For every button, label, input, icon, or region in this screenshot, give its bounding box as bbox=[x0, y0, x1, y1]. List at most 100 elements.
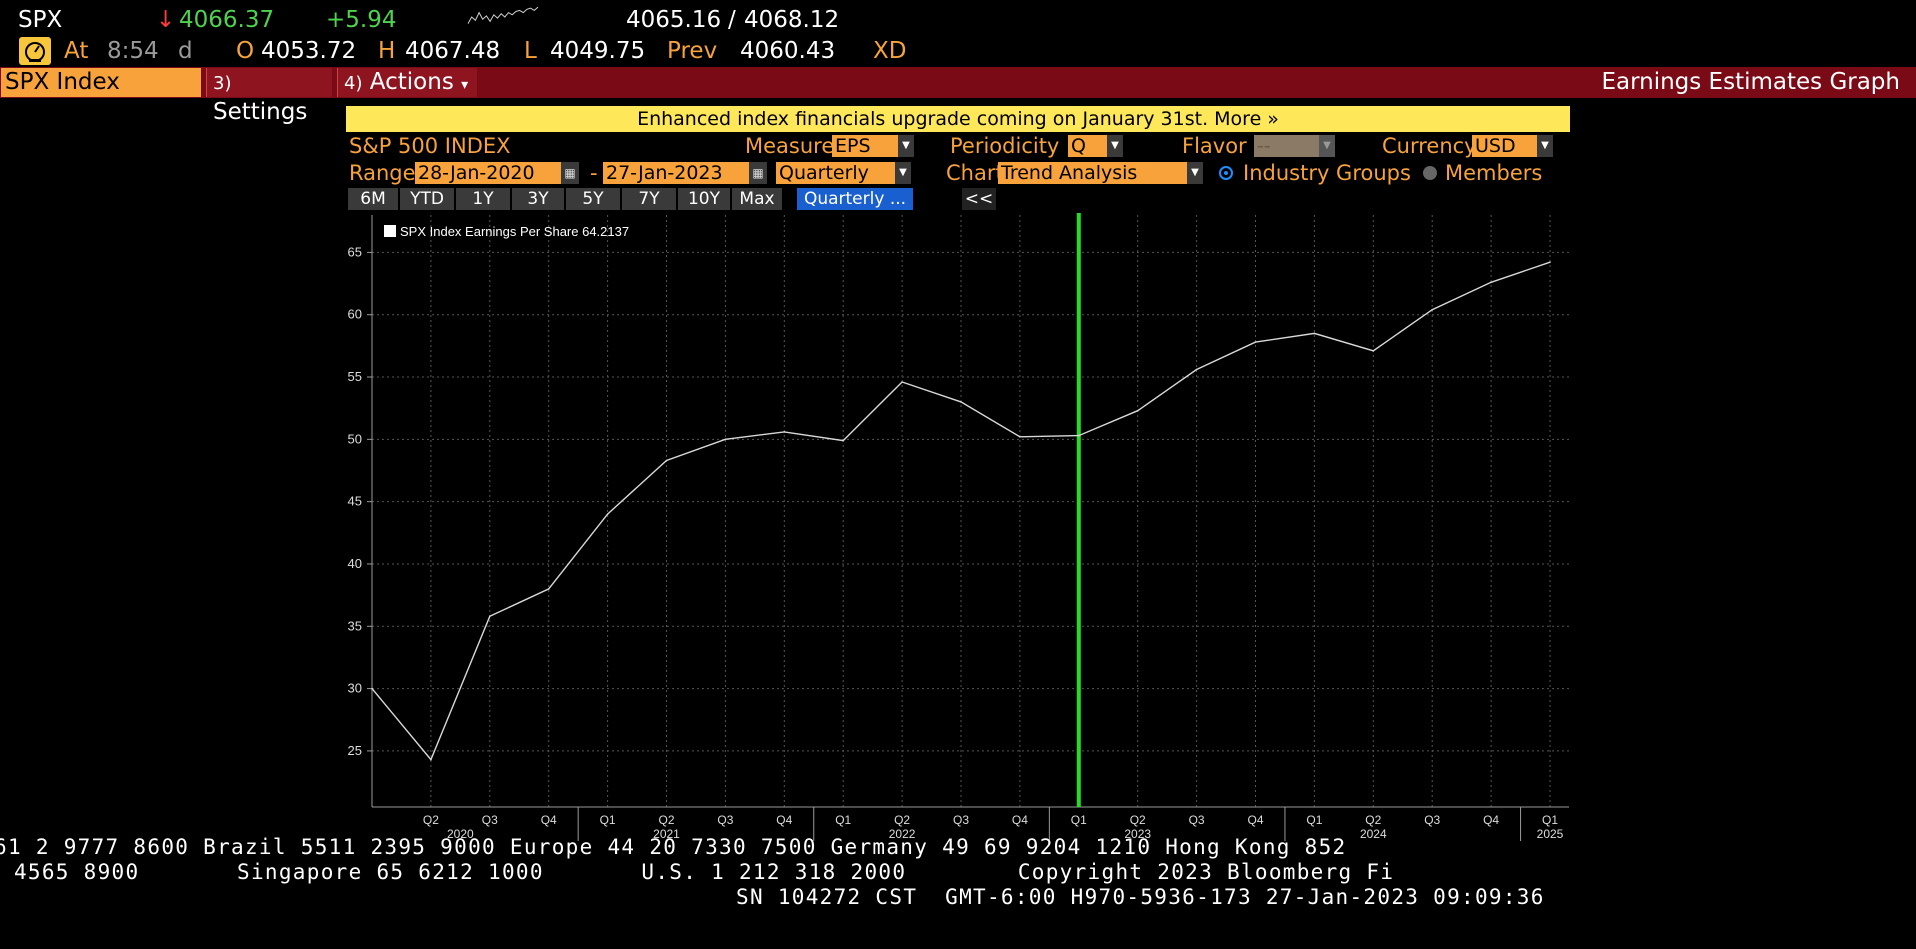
chevron-down-icon[interactable]: ▼ bbox=[1537, 135, 1553, 157]
x-tick-label: Q2 bbox=[1365, 813, 1381, 827]
x-tick-label: Q1 bbox=[600, 813, 616, 827]
realtime-gauge-icon[interactable] bbox=[19, 37, 51, 65]
settings-button[interactable]: 3) Settings bbox=[206, 68, 332, 125]
members-radio[interactable] bbox=[1423, 166, 1437, 180]
session-status-line: SN 104272 CST GMT-6:00 H970-5936-173 27-… bbox=[736, 885, 1545, 909]
chevron-down-icon: ▾ bbox=[461, 77, 469, 93]
y-tick-label: 65 bbox=[348, 244, 362, 259]
announcement-banner[interactable]: Enhanced index financials upgrade coming… bbox=[346, 106, 1570, 132]
x-tick-label: Q4 bbox=[1483, 813, 1499, 827]
range-button-1y[interactable]: 1Y bbox=[456, 188, 510, 210]
x-tick-label: Q4 bbox=[1247, 813, 1263, 827]
range-button-max[interactable]: Max bbox=[732, 188, 782, 210]
eps-data-point bbox=[371, 687, 373, 690]
settings-hotkey: 3) bbox=[213, 73, 232, 94]
chevron-down-icon[interactable]: ▼ bbox=[1187, 162, 1203, 184]
x-tick-label: Q1 bbox=[1306, 813, 1322, 827]
measure-label: Measure bbox=[745, 134, 835, 158]
prev-value: 4060.43 bbox=[740, 38, 836, 64]
eps-data-point bbox=[724, 438, 727, 441]
eps-data-point bbox=[1254, 341, 1257, 343]
x-tick-label: Q4 bbox=[541, 813, 557, 827]
measure-select[interactable]: EPS bbox=[832, 135, 900, 157]
chart-legend: SPX Index Earnings Per Share 64.2137 bbox=[384, 224, 629, 239]
eps-data-point bbox=[1313, 332, 1316, 335]
actions-label: Actions bbox=[369, 69, 454, 95]
y-tick-label: 60 bbox=[348, 307, 362, 322]
security-ticker-field[interactable]: SPX Index bbox=[1, 68, 201, 97]
chevron-down-icon[interactable]: ▼ bbox=[1107, 135, 1123, 157]
y-tick-label: 25 bbox=[348, 743, 362, 758]
range-separator: - bbox=[590, 161, 598, 185]
industry-groups-radio[interactable] bbox=[1219, 166, 1233, 180]
chart-label: Chart bbox=[946, 161, 1004, 185]
last-price: 4066.37 bbox=[179, 7, 275, 33]
intraday-sparkline bbox=[467, 6, 539, 24]
eps-data-point bbox=[1549, 261, 1551, 263]
chevron-down-icon[interactable]: ▼ bbox=[895, 162, 911, 184]
range-button-10y[interactable]: 10Y bbox=[678, 188, 730, 210]
eps-data-point bbox=[960, 401, 962, 403]
range-end-field[interactable]: 27-Jan-2023 bbox=[603, 162, 749, 184]
x-tick-label: Q2 bbox=[1130, 813, 1146, 827]
ask-price: 4068.12 bbox=[744, 7, 840, 33]
x-year-label: 2024 bbox=[1360, 827, 1387, 841]
open-label: O bbox=[236, 38, 255, 64]
contact-ticker-line-1: 61 2 9777 8600 Brazil 5511 2395 9000 Eur… bbox=[0, 835, 1347, 859]
low-value: 4049.75 bbox=[550, 38, 646, 64]
eps-data-point bbox=[665, 459, 668, 462]
eps-data-point bbox=[430, 758, 432, 761]
industry-groups-label[interactable]: Industry Groups bbox=[1243, 161, 1411, 185]
calendar-icon[interactable]: ▦ bbox=[561, 162, 579, 184]
chart-type-select[interactable]: Trend Analysis bbox=[998, 162, 1188, 184]
range-period-select[interactable]: Quarterly bbox=[776, 162, 896, 184]
currency-label: Currency bbox=[1382, 134, 1477, 158]
x-tick-label: Q3 bbox=[1189, 813, 1205, 827]
prev-label: Prev bbox=[667, 38, 718, 64]
actions-hotkey: 4) bbox=[344, 73, 363, 94]
chevron-down-icon[interactable]: ▼ bbox=[898, 135, 914, 157]
y-tick-label: 30 bbox=[348, 681, 362, 696]
bid-price: 4065.16 bbox=[626, 7, 722, 33]
collapse-panel-button[interactable]: << bbox=[962, 188, 996, 210]
low-label: L bbox=[524, 38, 537, 64]
y-tick-label: 35 bbox=[348, 618, 362, 633]
x-tick-label: Q4 bbox=[1012, 813, 1028, 827]
periodicity-select[interactable]: Q bbox=[1068, 135, 1108, 157]
x-tick-label: Q4 bbox=[776, 813, 792, 827]
currency-select[interactable]: USD bbox=[1472, 135, 1538, 157]
index-name: S&P 500 INDEX bbox=[349, 134, 511, 158]
calendar-icon[interactable]: ▦ bbox=[749, 162, 767, 184]
y-tick-label: 45 bbox=[348, 494, 362, 509]
flavor-label: Flavor bbox=[1182, 134, 1247, 158]
legend-label: SPX Index Earnings Per Share 64.2137 bbox=[400, 224, 629, 239]
range-start-field[interactable]: 28-Jan-2020 bbox=[415, 162, 561, 184]
eps-data-point bbox=[1490, 281, 1492, 284]
range-button-6m[interactable]: 6M bbox=[348, 188, 398, 210]
range-button-7y[interactable]: 7Y bbox=[622, 188, 676, 210]
high-value: 4067.48 bbox=[405, 38, 501, 64]
eps-trend-chart: 25 30 35 40 45 50 55 60 65 Q2 Q3 Q4 Q1 Q2 Q3 Q4 Q1 Q2 Q3 Q… bbox=[348, 213, 1569, 841]
down-arrow-icon: ↓ bbox=[156, 7, 176, 33]
chart-gridlines bbox=[372, 215, 1569, 807]
eps-data-point bbox=[1195, 368, 1198, 371]
price-change: +5.94 bbox=[326, 7, 397, 33]
eps-data-point bbox=[842, 439, 844, 442]
security-symbol[interactable]: SPX bbox=[18, 7, 62, 33]
range-button-5y[interactable]: 5Y bbox=[566, 188, 620, 210]
eps-data-point bbox=[1372, 350, 1375, 352]
y-tick-label: 50 bbox=[348, 431, 362, 446]
eps-data-point bbox=[1431, 308, 1433, 311]
quarterly-button[interactable]: Quarterly ... bbox=[797, 188, 913, 210]
range-button-ytd[interactable]: YTD bbox=[400, 188, 454, 210]
bid-ask-separator: / bbox=[728, 7, 736, 33]
eps-data-point bbox=[901, 381, 903, 383]
y-axis: 25 30 35 40 45 50 55 60 65 bbox=[348, 215, 373, 807]
x-tick-label: Q3 bbox=[482, 813, 498, 827]
range-button-3y[interactable]: 3Y bbox=[512, 188, 564, 210]
chevron-down-icon: ▼ bbox=[1319, 135, 1335, 157]
actions-button[interactable]: 4) Actions ▾ bbox=[337, 68, 477, 97]
x-tick-label: Q2 bbox=[658, 813, 674, 827]
ex-dividend-flag: XD bbox=[873, 38, 907, 64]
members-label[interactable]: Members bbox=[1445, 161, 1542, 185]
